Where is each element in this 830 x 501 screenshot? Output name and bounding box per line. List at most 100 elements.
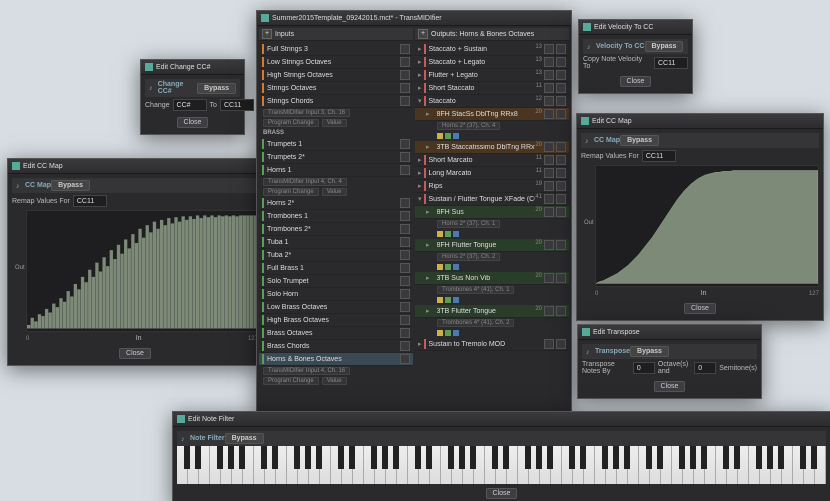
expand-icon[interactable]: ▸	[426, 143, 430, 151]
titlebar[interactable]: Edit CC Map	[577, 114, 823, 129]
input-item[interactable]: Low Strings Octaves	[259, 56, 413, 69]
sub-value[interactable]: Value	[322, 188, 347, 196]
item-toggle[interactable]	[400, 57, 410, 67]
white-key[interactable]	[793, 446, 804, 484]
black-key[interactable]	[195, 446, 201, 469]
sub-row[interactable]: Program ChangeValue	[259, 376, 413, 386]
black-key[interactable]	[624, 446, 630, 469]
sub-row[interactable]: Program ChangeValue	[259, 118, 413, 128]
item-toggle[interactable]	[544, 155, 554, 165]
from-cc-field[interactable]: CC#	[173, 99, 207, 111]
sub-row[interactable]: Program ChangeValue	[259, 187, 413, 197]
black-key[interactable]	[800, 446, 806, 469]
expand-icon[interactable]: ▾	[418, 97, 422, 105]
item-toggle[interactable]	[400, 83, 410, 93]
ctl-chip[interactable]	[445, 297, 451, 303]
sub-value[interactable]: Value	[322, 377, 347, 385]
item-toggle[interactable]	[556, 83, 566, 93]
input-item[interactable]: Trumpets 1	[259, 138, 413, 151]
item-toggle[interactable]	[544, 44, 554, 54]
output-item[interactable]: ▸3TB Flutter Tongue20	[415, 305, 569, 318]
white-key[interactable]	[331, 446, 342, 484]
white-key[interactable]	[595, 446, 606, 484]
input-item[interactable]: Tuba 2*	[259, 249, 413, 262]
expand-icon[interactable]: ▸	[418, 84, 422, 92]
black-key[interactable]	[228, 446, 234, 469]
black-key[interactable]	[723, 446, 729, 469]
black-key[interactable]	[470, 446, 476, 469]
black-key[interactable]	[613, 446, 619, 469]
sub-row[interactable]: TransMIDIfier Input 4, Ch. 4	[259, 177, 413, 187]
black-key[interactable]	[811, 446, 817, 469]
input-item[interactable]: Brass Chords	[259, 340, 413, 353]
item-toggle[interactable]	[400, 341, 410, 351]
item-toggle[interactable]	[400, 152, 410, 162]
bypass-button[interactable]: Bypass	[620, 135, 659, 146]
input-item[interactable]: Horns 2*	[259, 197, 413, 210]
titlebar[interactable]: Edit Note Filter	[173, 412, 830, 427]
ctl-chip[interactable]	[437, 231, 443, 237]
black-key[interactable]	[426, 446, 432, 469]
input-item[interactable]: Trumpets 2*	[259, 151, 413, 164]
ctl-chip[interactable]	[445, 231, 451, 237]
output-item[interactable]: ▸8FH Flutter Tongue20	[415, 239, 569, 252]
item-toggle[interactable]	[556, 70, 566, 80]
item-toggle[interactable]	[556, 273, 566, 283]
sub-row[interactable]: Horns 2* (37), Ch. 4	[415, 121, 569, 131]
item-toggle[interactable]	[400, 70, 410, 80]
piano-keyboard[interactable]	[177, 446, 826, 484]
sub-row[interactable]: Horns 2* (37), Ch. 1	[415, 219, 569, 229]
item-toggle[interactable]	[400, 237, 410, 247]
black-key[interactable]	[184, 446, 190, 469]
titlebar[interactable]: Summer2015Template_09242015.mct* - Trans…	[257, 11, 571, 26]
add-input-button[interactable]: +	[262, 29, 272, 39]
white-key[interactable]	[210, 446, 221, 484]
input-item[interactable]: Strings Chords	[259, 95, 413, 108]
input-item[interactable]: Trombones 2*	[259, 223, 413, 236]
item-toggle[interactable]	[544, 240, 554, 250]
to-cc-field[interactable]: CC11	[654, 57, 688, 69]
bypass-button[interactable]: Bypass	[197, 83, 236, 94]
expand-icon[interactable]: ▸	[426, 274, 430, 282]
white-key[interactable]	[485, 446, 496, 484]
white-key[interactable]	[287, 446, 298, 484]
sub-row[interactable]: Horns 2* (37), Ch. 2	[415, 252, 569, 262]
item-toggle[interactable]	[544, 57, 554, 67]
item-toggle[interactable]	[556, 194, 566, 204]
input-item[interactable]: Brass Octaves	[259, 327, 413, 340]
titlebar[interactable]: Edit Change CC#	[141, 60, 244, 75]
octave-field[interactable]: 0	[633, 362, 655, 374]
close-button[interactable]: Close	[684, 303, 716, 314]
sub-row[interactable]: TransMIDIfier Input 3, Ch. 16	[259, 108, 413, 118]
item-toggle[interactable]	[400, 198, 410, 208]
titlebar[interactable]: Edit Transpose	[578, 325, 761, 340]
item-toggle[interactable]	[544, 168, 554, 178]
input-item[interactable]: Horns & Bones Octaves	[259, 353, 413, 366]
bypass-button[interactable]: Bypass	[630, 346, 669, 357]
expand-icon[interactable]: ▾	[418, 195, 422, 203]
output-item[interactable]: ▸Staccato + Legato13	[415, 56, 569, 69]
item-toggle[interactable]	[556, 44, 566, 54]
ctl-chip[interactable]	[445, 133, 451, 139]
bypass-button[interactable]: Bypass	[645, 41, 684, 52]
item-toggle[interactable]	[556, 306, 566, 316]
item-toggle[interactable]	[556, 142, 566, 152]
item-toggle[interactable]	[400, 328, 410, 338]
white-key[interactable]	[441, 446, 452, 484]
item-toggle[interactable]	[556, 181, 566, 191]
black-key[interactable]	[338, 446, 344, 469]
expand-icon[interactable]: ▸	[426, 307, 430, 315]
item-toggle[interactable]	[556, 207, 566, 217]
output-item[interactable]: ▸Short Staccato11	[415, 82, 569, 95]
ctl-chip[interactable]	[445, 330, 451, 336]
black-key[interactable]	[525, 446, 531, 469]
black-key[interactable]	[448, 446, 454, 469]
black-key[interactable]	[646, 446, 652, 469]
input-item[interactable]: Solo Horn	[259, 288, 413, 301]
input-item[interactable]: High Brass Octaves	[259, 314, 413, 327]
item-toggle[interactable]	[544, 96, 554, 106]
item-toggle[interactable]	[544, 109, 554, 119]
sub-row[interactable]: Trombones 4* (41), Ch. 2	[415, 318, 569, 328]
item-toggle[interactable]	[544, 207, 554, 217]
black-key[interactable]	[382, 446, 388, 469]
